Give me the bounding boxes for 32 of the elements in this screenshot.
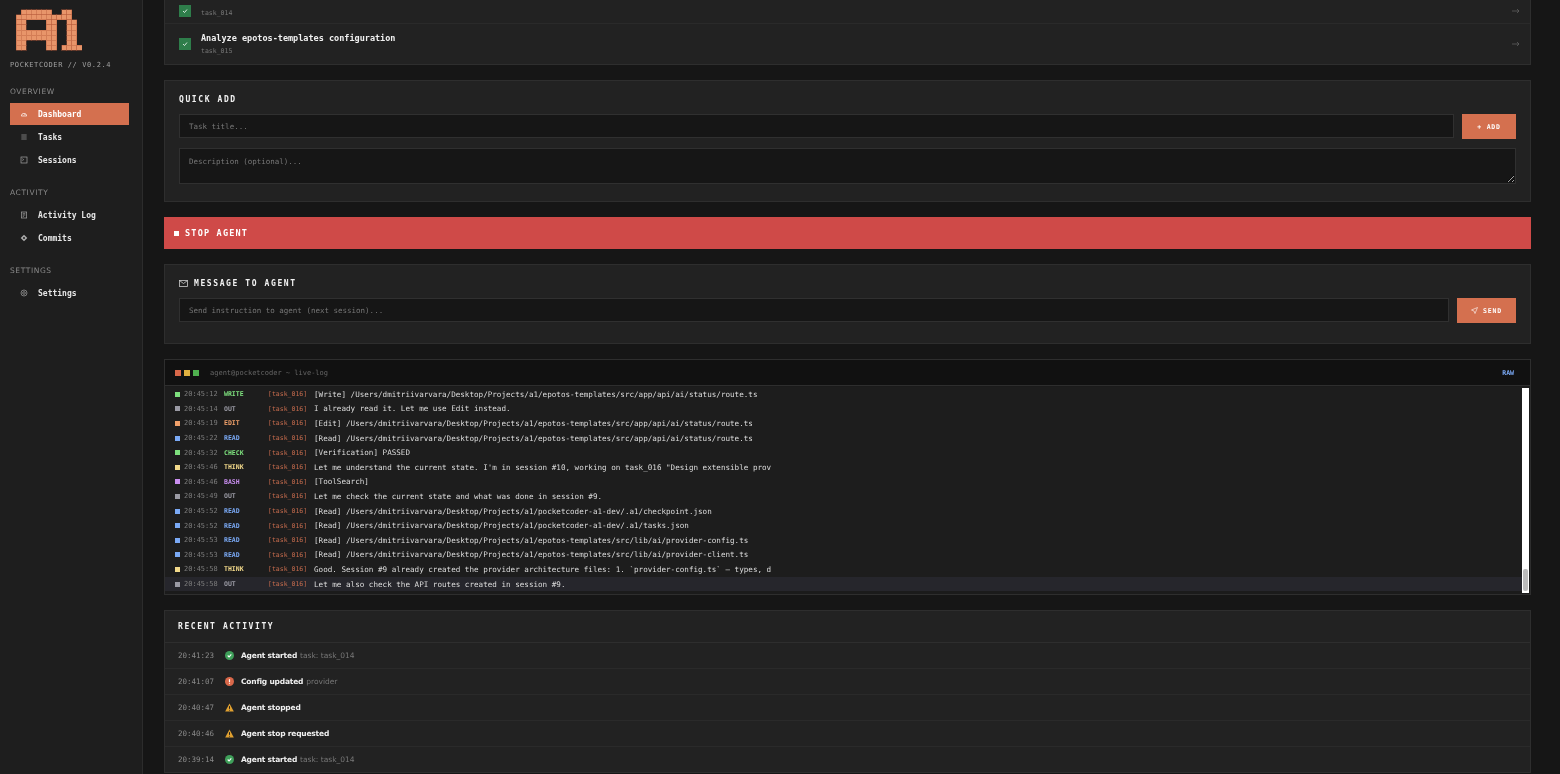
logo-icon [16,8,82,52]
terminal-icon [20,156,28,164]
warning-icon [225,729,234,739]
mail-icon [179,280,188,287]
settings-icon [20,289,28,297]
commit-icon [20,234,28,242]
window-controls-icon [175,369,199,376]
arrow-right-icon[interactable] [1512,8,1520,14]
scrollbar[interactable] [1522,388,1529,594]
warning-icon [225,703,234,713]
nav-item[interactable]: Settings [10,282,129,304]
checkbox[interactable] [179,38,191,50]
check-circle-icon [225,755,234,765]
nav-item[interactable]: Commits [10,227,129,249]
card-title: MESSAGE TO AGENT [194,279,297,288]
stop-agent-button[interactable]: STOP AGENT [164,217,1531,249]
card-title: RECENT ACTIVITY [178,622,275,632]
checkbox[interactable] [179,5,191,17]
document-icon [20,211,28,219]
send-icon [1471,307,1479,314]
task-title: Analyze epotos-templates configuration [201,33,396,43]
nav-item[interactable]: Activity Log [10,204,129,226]
nav-item[interactable]: Tasks [10,126,129,148]
check-circle-icon [225,651,234,661]
check-icon [182,8,188,14]
list-icon [20,133,28,141]
card-title: QUICK ADD [179,95,237,104]
arrow-right-icon[interactable] [1512,41,1520,47]
nav-item[interactable]: Sessions [10,149,129,171]
check-icon [182,41,188,47]
alert-circle-icon [225,677,234,687]
gauge-icon [20,110,28,118]
